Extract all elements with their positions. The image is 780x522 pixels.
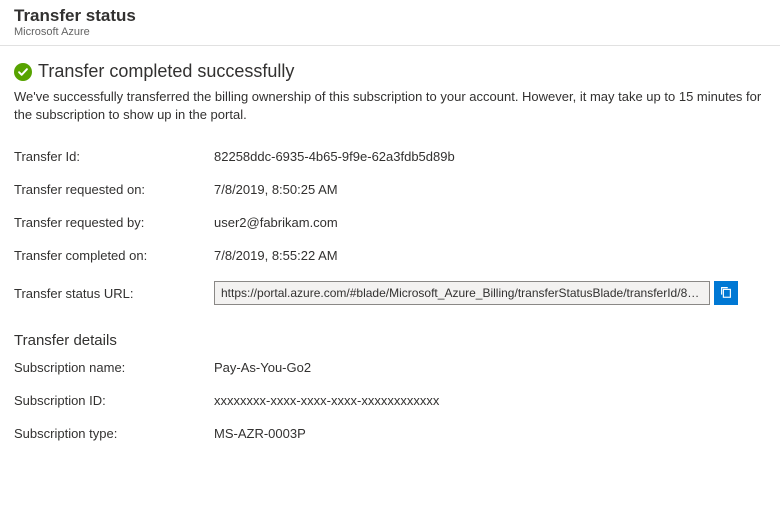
content-area: Transfer completed successfully We've su… [0, 46, 780, 465]
field-subscription-name: Subscription name: Pay-As-You-Go2 [14, 351, 766, 384]
field-subscription-type: Subscription type: MS-AZR-0003P [14, 417, 766, 450]
label-subscription-name: Subscription name: [14, 360, 214, 375]
label-requested-on: Transfer requested on: [14, 182, 214, 197]
copy-url-button[interactable] [714, 281, 738, 305]
field-status-url: Transfer status URL: [14, 272, 766, 314]
label-subscription-id: Subscription ID: [14, 393, 214, 408]
status-row: Transfer completed successfully [14, 61, 766, 82]
field-transfer-id: Transfer Id: 82258ddc-6935-4b65-9f9e-62a… [14, 140, 766, 173]
label-requested-by: Transfer requested by: [14, 215, 214, 230]
status-heading: Transfer completed successfully [38, 61, 294, 82]
label-status-url: Transfer status URL: [14, 286, 214, 301]
page-header: Transfer status Microsoft Azure [0, 0, 780, 46]
details-heading: Transfer details [14, 332, 766, 349]
field-subscription-id: Subscription ID: xxxxxxxx-xxxx-xxxx-xxxx… [14, 384, 766, 417]
copy-icon [719, 285, 733, 302]
value-transfer-id: 82258ddc-6935-4b65-9f9e-62a3fdb5d89b [214, 149, 455, 164]
label-completed-on: Transfer completed on: [14, 248, 214, 263]
label-transfer-id: Transfer Id: [14, 149, 214, 164]
field-requested-on: Transfer requested on: 7/8/2019, 8:50:25… [14, 173, 766, 206]
value-requested-on: 7/8/2019, 8:50:25 AM [214, 182, 338, 197]
page-subtitle: Microsoft Azure [14, 26, 766, 38]
value-subscription-type: MS-AZR-0003P [214, 426, 306, 441]
value-requested-by: user2@fabrikam.com [214, 215, 338, 230]
label-subscription-type: Subscription type: [14, 426, 214, 441]
status-url-input[interactable] [214, 281, 710, 305]
status-description: We've successfully transferred the billi… [14, 88, 766, 124]
success-check-icon [14, 63, 32, 81]
value-subscription-id: xxxxxxxx-xxxx-xxxx-xxxx-xxxxxxxxxxxx [214, 393, 439, 408]
value-completed-on: 7/8/2019, 8:55:22 AM [214, 248, 338, 263]
field-requested-by: Transfer requested by: user2@fabrikam.co… [14, 206, 766, 239]
page-title: Transfer status [14, 6, 766, 26]
field-completed-on: Transfer completed on: 7/8/2019, 8:55:22… [14, 239, 766, 272]
value-subscription-name: Pay-As-You-Go2 [214, 360, 311, 375]
